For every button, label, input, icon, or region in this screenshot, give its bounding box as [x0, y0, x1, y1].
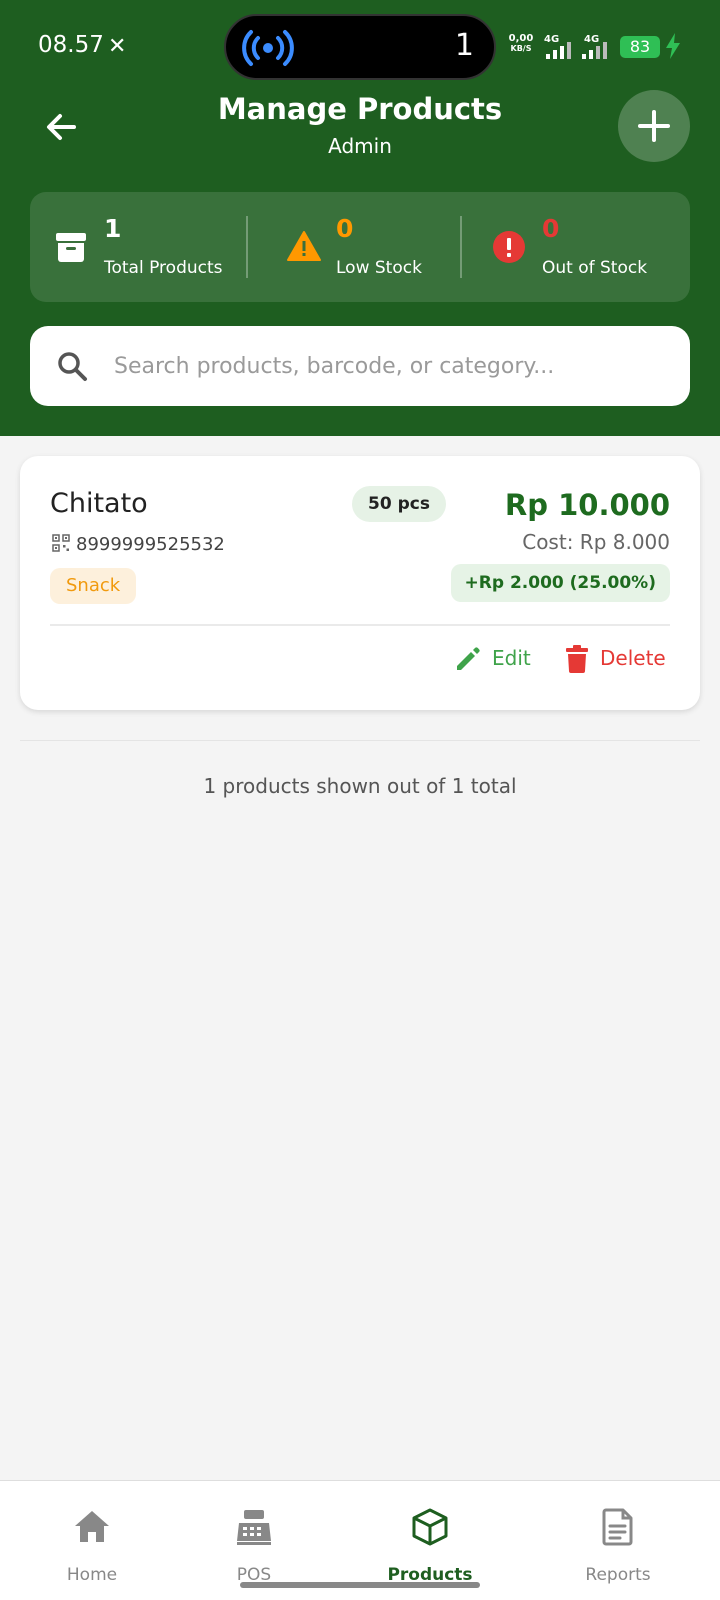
- list-divider: [20, 740, 700, 741]
- battery-icon: 83: [620, 36, 660, 58]
- search-bar: [30, 326, 690, 406]
- product-barcode: 8999999525532: [76, 534, 225, 555]
- card-divider: [50, 624, 670, 626]
- stat-label: Low Stock: [336, 258, 422, 278]
- nav-label: Home: [66, 1565, 118, 1585]
- delete-label: Delete: [600, 646, 666, 670]
- product-count-summary: 1 products shown out of 1 total: [203, 774, 517, 798]
- plus-icon: [638, 110, 670, 142]
- cube-icon: [412, 1508, 448, 1546]
- report-icon: [602, 1508, 633, 1546]
- island-count: 1: [454, 28, 474, 63]
- stat-out-of-stock: 0 Out of Stock: [462, 192, 690, 302]
- stat-value: 0: [336, 214, 354, 243]
- broadcast-icon: [242, 30, 294, 66]
- nav-products[interactable]: Products: [360, 1481, 500, 1585]
- nav-reports[interactable]: Reports: [548, 1481, 688, 1585]
- product-card[interactable]: Chitato 50 pcs 8999999525532 Snack Rp 10…: [20, 456, 700, 710]
- charging-icon: [666, 33, 680, 59]
- stat-label: Out of Stock: [542, 258, 648, 278]
- stock-badge: 50 pcs: [352, 486, 446, 522]
- add-product-button[interactable]: [618, 90, 690, 162]
- product-name: Chitato: [50, 488, 148, 519]
- cash-register-icon: [237, 1510, 271, 1545]
- margin-badge: +Rp 2.000 (25.00%): [450, 564, 670, 602]
- net-speed: 0,00 KB/S: [508, 33, 534, 54]
- stat-low-stock: 0 Low Stock: [248, 192, 460, 302]
- nav-pos[interactable]: POS: [184, 1481, 324, 1585]
- category-badge: Snack: [50, 568, 137, 604]
- pencil-icon: [457, 647, 480, 670]
- edit-label: Edit: [492, 646, 531, 670]
- page-title: Manage Products: [217, 92, 503, 126]
- app-header: 08.57 ✕ 1 0,00 KB/S 4G 4G 83 Manage Prod…: [0, 0, 720, 436]
- search-input[interactable]: [114, 344, 664, 388]
- svg-text:4G: 4G: [584, 34, 599, 45]
- product-cost: Cost: Rp 8.000: [522, 530, 670, 554]
- stat-total-products: 1 Total Products: [30, 192, 244, 302]
- archive-icon: [56, 233, 86, 262]
- nav-home[interactable]: Home: [22, 1481, 162, 1585]
- stats-panel: 1 Total Products 0 Low Stock 0 Out of St…: [30, 192, 690, 302]
- delete-button[interactable]: Delete: [564, 636, 676, 682]
- edit-button[interactable]: Edit: [454, 636, 544, 682]
- qr-code-icon: [52, 534, 70, 552]
- home-indicator: [240, 1582, 480, 1588]
- product-price: Rp 10.000: [504, 488, 670, 522]
- signal-icon-2: 4G: [582, 34, 607, 59]
- capcut-icon: ✕: [108, 34, 127, 59]
- error-icon: [493, 231, 525, 263]
- svg-text:4G: 4G: [544, 34, 559, 45]
- signal-icon: 4G: [544, 34, 571, 59]
- stat-value: 0: [542, 214, 560, 243]
- status-time: 08.57: [38, 32, 104, 58]
- nav-label: Reports: [585, 1565, 651, 1585]
- dynamic-island: 1: [224, 14, 496, 80]
- status-bar: 08.57 ✕ 1 0,00 KB/S 4G 4G 83: [0, 0, 720, 92]
- search-icon: [58, 352, 87, 381]
- stat-label: Total Products: [104, 258, 223, 278]
- page-subtitle: Admin: [328, 134, 392, 158]
- home-icon: [75, 1511, 109, 1542]
- warning-icon: [287, 231, 321, 261]
- stat-value: 1: [104, 214, 122, 243]
- trash-icon: [566, 645, 588, 673]
